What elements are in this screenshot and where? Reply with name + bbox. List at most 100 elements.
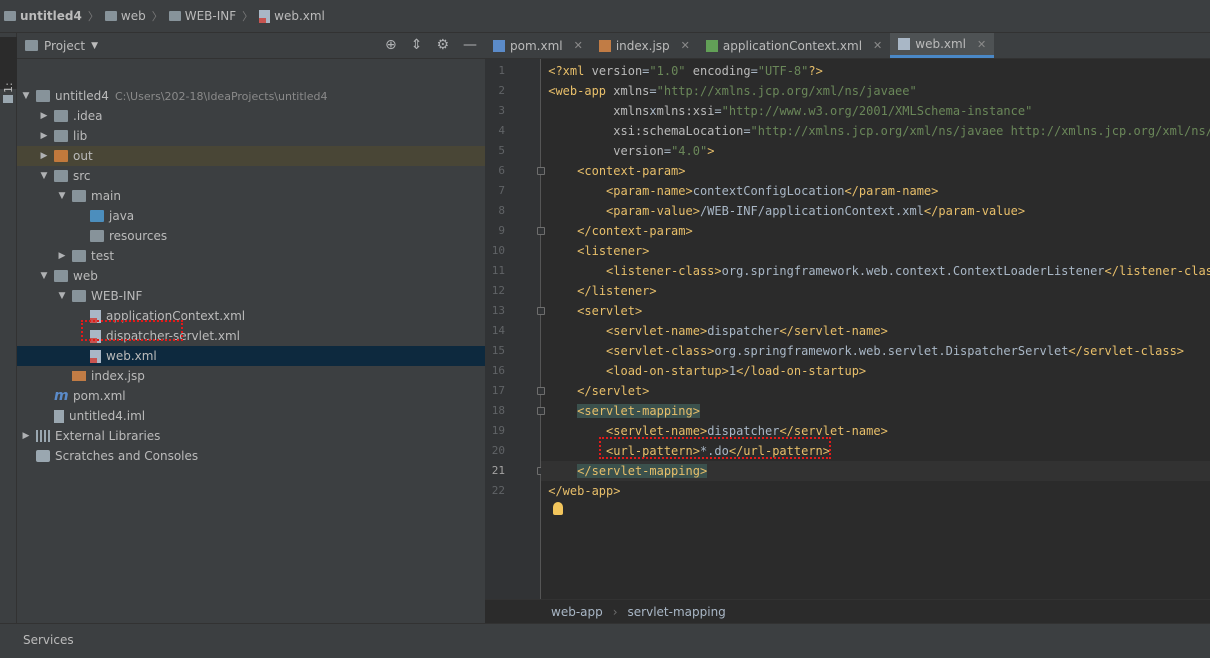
nav-crumb-web-inf[interactable]: WEB-INF	[168, 9, 237, 23]
code-token: dispatcher	[707, 424, 780, 438]
tab-pom-xml[interactable]: pom.xml ✕	[485, 33, 591, 58]
code-line[interactable]: version="4.0">	[541, 141, 1210, 161]
code-line[interactable]: <?xml version="1.0" encoding="UTF-8"?>	[541, 61, 1210, 81]
code-line[interactable]: </context-param>	[541, 221, 1210, 241]
code-token: <load-on-startup>	[606, 364, 729, 378]
close-icon[interactable]: ✕	[977, 38, 986, 51]
services-tool-tab[interactable]: Services	[23, 633, 74, 647]
nav-crumb-web[interactable]: web	[104, 9, 146, 23]
tree-item-web-xml[interactable]: web.xml	[17, 346, 485, 366]
code-line[interactable]: xmlnsxmlns:xsi="http://www.w3.org/2001/X…	[541, 101, 1210, 121]
code-token: </servlet-name>	[779, 424, 888, 438]
module-file-icon	[54, 409, 64, 423]
code-line[interactable]: <servlet-class>org.springframework.web.s…	[541, 341, 1210, 361]
breadcrumb-item-web-app[interactable]: web-app	[551, 605, 603, 619]
web-xml-icon	[898, 38, 911, 50]
structure-icon[interactable]	[3, 95, 13, 103]
tree-item-lib[interactable]: ▶ lib	[17, 126, 485, 146]
expand-arrow-icon[interactable]: ▼	[20, 91, 32, 101]
code-line[interactable]: <listener-class>org.springframework.web.…	[541, 261, 1210, 281]
breadcrumb-item-servlet-mapping[interactable]: servlet-mapping	[628, 605, 726, 619]
expand-arrow-icon[interactable]: ▼	[38, 171, 50, 181]
tree-item-test[interactable]: ▶ test	[17, 246, 485, 266]
tree-item-java[interactable]: java	[17, 206, 485, 226]
expand-arrow-icon[interactable]: ▼	[56, 291, 68, 301]
code-line[interactable]: <listener>	[541, 241, 1210, 261]
code-line[interactable]: </servlet>	[541, 381, 1210, 401]
tree-item-index-jsp[interactable]: index.jsp	[17, 366, 485, 386]
code-line[interactable]: <param-value>/WEB-INF/applicationContext…	[541, 201, 1210, 221]
folder-icon	[54, 130, 68, 142]
nav-crumb-label: WEB-INF	[184, 9, 237, 23]
line-number: 8	[498, 204, 505, 217]
tree-item-resources[interactable]: resources	[17, 226, 485, 246]
tab-web-xml[interactable]: web.xml ✕	[890, 33, 995, 58]
xml-file-icon	[259, 9, 271, 23]
scratches-icon	[36, 450, 50, 462]
tree-item-label: untitled4.iml	[69, 409, 146, 423]
code-area[interactable]: <?xml version="1.0" encoding="UTF-8"?> <…	[541, 59, 1210, 599]
tree-item-out[interactable]: ▶ out	[17, 146, 485, 166]
tab-index-jsp[interactable]: index.jsp ✕	[591, 33, 698, 58]
code-token: "UTF-8"	[757, 64, 809, 78]
close-icon[interactable]: ✕	[873, 39, 882, 52]
tree-item-web[interactable]: ▼ web	[17, 266, 485, 286]
expand-arrow-icon[interactable]: ▼	[56, 191, 68, 201]
tree-item-src[interactable]: ▼ src	[17, 166, 485, 186]
collapse-arrow-icon[interactable]: ▶	[56, 251, 68, 261]
tree-item-main[interactable]: ▼ main	[17, 186, 485, 206]
code-line[interactable]: <context-param>	[541, 161, 1210, 181]
line-number: 18	[491, 404, 505, 417]
collapse-arrow-icon[interactable]: ▶	[20, 431, 32, 441]
nav-crumb-web-xml[interactable]: web.xml	[259, 9, 325, 23]
bottom-tool-bar: Services	[0, 623, 1210, 658]
code-line[interactable]: <load-on-startup>1</load-on-startup>	[541, 361, 1210, 381]
collapse-all-icon[interactable]: ⇕	[411, 37, 423, 53]
code-line[interactable]: <servlet-name>dispatcher</servlet-name>	[541, 321, 1210, 341]
code-line[interactable]: </listener>	[541, 281, 1210, 301]
code-line[interactable]: xsi:schemaLocation="http://xmlns.jcp.org…	[541, 121, 1210, 141]
code-line[interactable]: <servlet-mapping>	[541, 401, 1210, 421]
tree-item-web-inf[interactable]: ▼ WEB-INF	[17, 286, 485, 306]
editor-panel: pom.xml ✕ index.jsp ✕ applicationContext.xml…	[485, 33, 1210, 623]
code-line[interactable]: <servlet>	[541, 301, 1210, 321]
tree-item-pom-xml[interactable]: m pom.xml	[17, 386, 485, 406]
gear-icon[interactable]: ⚙	[436, 37, 449, 53]
tree-item-label: web.xml	[106, 349, 157, 363]
tree-item-idea[interactable]: ▶ .idea	[17, 106, 485, 126]
collapse-arrow-icon[interactable]: ▶	[38, 151, 50, 161]
expand-arrow-icon[interactable]: ▼	[38, 271, 50, 281]
code-line[interactable]: <param-name>contextConfigLocation</param…	[541, 181, 1210, 201]
tree-item-scratches-and-consoles[interactable]: Scratches and Consoles	[17, 446, 485, 466]
line-number: 3	[498, 104, 505, 117]
code-line[interactable]: </servlet-mapping>	[541, 461, 1210, 481]
tree-item-label: Scratches and Consoles	[55, 449, 199, 463]
tab-label: web.xml	[915, 37, 967, 51]
locate-icon[interactable]: ⊕	[385, 37, 397, 53]
project-panel-title[interactable]: Project	[44, 39, 85, 53]
nav-crumb-label: untitled4	[20, 9, 82, 23]
tree-item-label: pom.xml	[73, 389, 126, 403]
tab-applicationcontext-xml[interactable]: applicationContext.xml ✕	[698, 33, 890, 58]
code-token: encoding	[685, 64, 751, 78]
collapse-arrow-icon[interactable]: ▶	[38, 111, 50, 121]
close-icon[interactable]: ✕	[574, 39, 583, 52]
spring-xml-icon	[705, 39, 718, 52]
nav-crumb-project[interactable]: untitled4	[4, 9, 82, 23]
collapse-arrow-icon[interactable]: ▶	[38, 131, 50, 141]
code-line[interactable]: <web-app xmlns="http://xmlns.jcp.org/xml…	[541, 81, 1210, 101]
chevron-down-icon[interactable]: ▼	[91, 41, 98, 51]
tree-item-untitled4-iml[interactable]: untitled4.iml	[17, 406, 485, 426]
close-icon[interactable]: ✕	[681, 39, 690, 52]
tree-item-untitled4[interactable]: ▼ untitled4 C:\Users\202-18\IdeaProjects\u…	[17, 86, 485, 106]
project-tool-tab[interactable]: 1: Project	[0, 37, 28, 93]
code-line[interactable]: </web-app>	[541, 481, 1210, 501]
minimize-icon[interactable]: —	[463, 37, 477, 53]
tree-item-external-libraries[interactable]: ▶ External Libraries	[17, 426, 485, 446]
